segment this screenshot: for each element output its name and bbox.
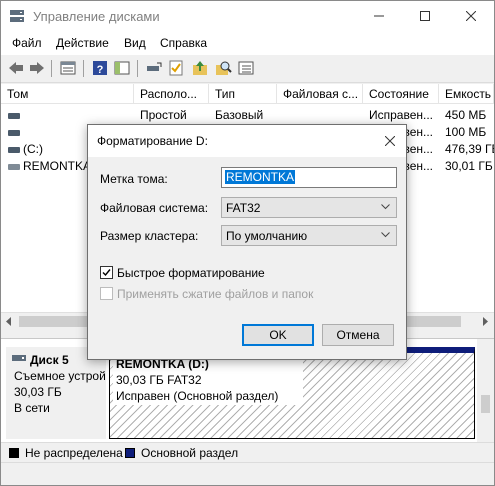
filesystem-select[interactable]: FAT32 — [221, 197, 397, 218]
chevron-down-icon — [381, 204, 390, 210]
scroll-right-icon[interactable] — [481, 317, 489, 326]
compression-checkbox — [100, 287, 113, 300]
cluster-size-value: По умолчанию — [226, 229, 308, 243]
maximize-icon — [420, 11, 430, 21]
back-arrow-icon[interactable] — [7, 59, 25, 77]
filesystem-value: FAT32 — [226, 201, 261, 215]
toolbar-separator — [51, 60, 52, 77]
legend: Не распределена Основной раздел — [1, 442, 494, 462]
quick-format-label[interactable]: Быстрое форматирование — [117, 266, 265, 280]
volume-status: Исправен... — [369, 108, 434, 122]
compression-label: Применять сжатие файлов и папок — [117, 287, 314, 301]
dialog-close-button[interactable] — [380, 131, 400, 151]
volume-icon — [8, 164, 20, 170]
cluster-size-caption: Размер кластера: — [100, 229, 199, 243]
partition-block[interactable]: REMONTKA (D:) 30,03 ГБ FAT32 Исправен (О… — [109, 347, 475, 439]
volume-label-value: REMONTKA — [225, 170, 296, 184]
column-status[interactable]: Состояние — [363, 84, 439, 104]
disk-size: 30,03 ГБ — [14, 385, 62, 399]
menu-bar: Файл Действие Вид Справка — [1, 31, 494, 55]
legend-swatch-unallocated — [9, 448, 19, 458]
checkmark-icon — [102, 269, 111, 277]
partition-info-text: 30,03 ГБ FAT32 — [116, 373, 202, 387]
search-icon[interactable] — [214, 59, 232, 77]
help-icon[interactable]: ? — [91, 59, 109, 77]
volume-row[interactable]: Простой Базовый Исправен... 450 МБ — [1, 107, 494, 124]
volume-fs — [283, 107, 363, 124]
menu-action[interactable]: Действие — [56, 36, 109, 50]
volume-label-caption: Метка тома: — [100, 172, 168, 186]
volume-icon — [8, 147, 20, 153]
console-icon[interactable] — [113, 59, 131, 77]
window-title: Управление дисками — [33, 9, 160, 24]
volume-capacity: 450 МБ — [445, 108, 487, 122]
disk-name: Диск 5 — [30, 353, 69, 367]
volume-layout: Простой — [140, 108, 187, 122]
ok-button[interactable]: OK — [242, 324, 314, 346]
volume-name — [23, 107, 131, 124]
menu-help[interactable]: Справка — [160, 36, 207, 50]
cancel-button[interactable]: Отмена — [322, 324, 394, 346]
properties-icon[interactable] — [59, 59, 77, 77]
removable-disk-icon — [12, 355, 26, 361]
toolbar-separator — [137, 60, 138, 77]
list-view-icon[interactable] — [237, 59, 255, 77]
minimize-button[interactable] — [356, 1, 402, 31]
legend-swatch-primary — [125, 448, 135, 458]
forward-arrow-icon[interactable] — [28, 59, 46, 77]
status-bar — [1, 462, 494, 485]
minimize-icon — [374, 15, 384, 17]
dialog-title-bar: Форматирование D: — [88, 125, 406, 157]
svg-text:?: ? — [97, 64, 104, 76]
volume-capacity: 100 МБ — [445, 125, 487, 139]
maximize-button[interactable] — [402, 1, 448, 31]
connect-disk-icon[interactable] — [145, 59, 163, 77]
menu-view[interactable]: Вид — [124, 36, 146, 50]
disk-label[interactable]: Диск 5 Съемное устрой 30,03 ГБ В сети — [6, 347, 106, 439]
disk-kind: Съемное устрой — [14, 369, 106, 383]
column-header: Том Располо... Тип Файловая с... Состоян… — [1, 84, 494, 104]
partition-status: Исправен (Основной раздел) — [116, 389, 279, 403]
menu-file[interactable]: Файл — [12, 36, 42, 50]
disk-management-icon — [10, 10, 24, 22]
column-filesystem[interactable]: Файловая с... — [277, 84, 363, 104]
dialog-title: Форматирование D: — [97, 134, 208, 148]
close-window-button[interactable] — [448, 1, 494, 31]
column-volume[interactable]: Том — [1, 84, 134, 104]
format-dialog: Форматирование D: Метка тома: REMONTKA Ф… — [87, 124, 407, 360]
vertical-scrollbar[interactable] — [477, 339, 494, 443]
close-icon — [385, 136, 395, 146]
scrollbar-thumb[interactable] — [481, 395, 490, 413]
column-capacity[interactable]: Емкость — [439, 84, 494, 104]
volume-capacity: 476,39 ГБ — [445, 142, 494, 156]
volume-type: Базовый — [215, 108, 264, 122]
chevron-down-icon — [381, 232, 390, 238]
check-icon[interactable] — [167, 59, 185, 77]
legend-primary: Основной раздел — [141, 446, 239, 460]
toolbar-separator — [83, 60, 84, 77]
volume-icon — [8, 130, 20, 136]
cluster-size-select[interactable]: По умолчанию — [221, 225, 397, 246]
close-icon — [466, 11, 476, 21]
volume-icon — [8, 113, 20, 119]
up-folder-icon[interactable] — [191, 59, 209, 77]
column-type[interactable]: Тип — [209, 84, 277, 104]
toolbar: ? — [1, 55, 494, 83]
column-layout[interactable]: Располо... — [134, 84, 209, 104]
disk-state: В сети — [14, 401, 50, 415]
volume-capacity: 30,01 ГБ — [445, 159, 493, 173]
partition-info: REMONTKA (D:) 30,03 ГБ FAT32 Исправен (О… — [113, 355, 303, 405]
quick-format-checkbox[interactable] — [100, 266, 113, 279]
scroll-left-icon[interactable] — [5, 317, 13, 326]
filesystem-caption: Файловая система: — [100, 201, 209, 215]
legend-unallocated: Не распределена — [25, 446, 123, 460]
volume-label-input[interactable]: REMONTKA — [221, 167, 397, 188]
title-bar: Управление дисками — [1, 1, 494, 31]
